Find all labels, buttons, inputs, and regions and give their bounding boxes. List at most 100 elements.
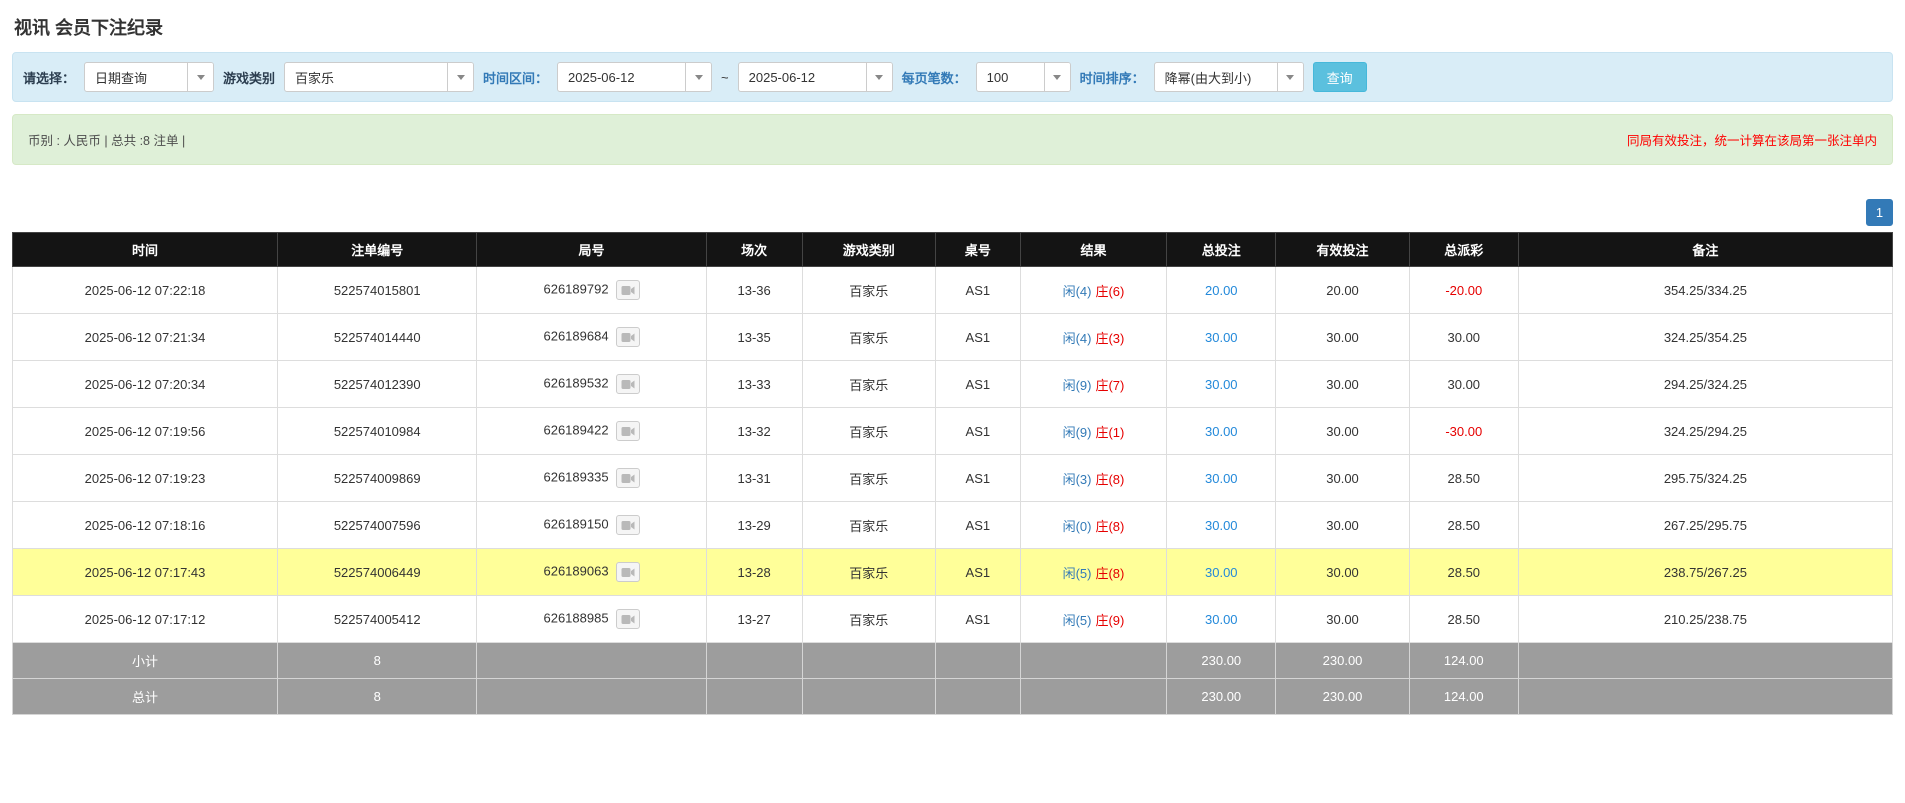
- cell-bet-id: 522574010984: [277, 407, 478, 455]
- date-from-select[interactable]: 2025-06-12: [557, 62, 713, 92]
- date-from-value: 2025-06-12: [568, 69, 635, 85]
- caret-down-icon: [1043, 63, 1070, 91]
- total-payout: 124.00: [1408, 678, 1519, 715]
- cell-bet-id: 522574009869: [277, 454, 478, 502]
- cell-session: 13-31: [705, 454, 803, 502]
- cell-game-type: 百家乐: [801, 548, 937, 596]
- page-size-select[interactable]: 100: [975, 62, 1071, 92]
- cell-payout: 28.50: [1408, 595, 1519, 643]
- cell-total-bet: 30.00: [1166, 501, 1277, 549]
- result-player: 闲(4): [1062, 283, 1092, 299]
- round-id-text: 626189335: [543, 469, 609, 485]
- header-remark: 备注: [1517, 232, 1894, 267]
- cell-time: 2025-06-12 07:22:18: [11, 266, 279, 314]
- cell-round-id: 626189063: [476, 548, 707, 596]
- result-banker: 庄(7): [1095, 377, 1125, 393]
- header-time: 时间: [11, 232, 279, 267]
- video-camera-icon[interactable]: [615, 515, 640, 535]
- cell-valid-bet: 30.00: [1275, 501, 1410, 549]
- result-player: 闲(9): [1062, 377, 1092, 393]
- result-banker: 庄(1): [1095, 424, 1125, 440]
- round-id-text: 626189532: [543, 375, 609, 391]
- result-player: 闲(4): [1062, 330, 1092, 346]
- cell-time: 2025-06-12 07:18:16: [11, 501, 279, 549]
- date-to-select[interactable]: 2025-06-12: [737, 62, 893, 92]
- cell-round-id: 626188985: [476, 595, 707, 643]
- cell-payout: 28.50: [1408, 454, 1519, 502]
- total-bet-link[interactable]: 30.00: [1205, 377, 1238, 392]
- cell-valid-bet: 30.00: [1275, 313, 1410, 361]
- table-row: 2025-06-12 07:17:12 522574005412 6261889…: [11, 595, 1894, 643]
- table-row: 2025-06-12 07:20:34 522574012390 6261895…: [11, 360, 1894, 408]
- subtotal-label: 小计: [11, 642, 279, 679]
- page-title: 视讯 会员下注纪录: [14, 18, 164, 38]
- table-row: 2025-06-12 07:19:23 522574009869 6261893…: [11, 454, 1894, 502]
- cell-table-no: AS1: [935, 548, 1021, 596]
- date-separator: ~: [721, 69, 729, 85]
- cell-bet-id: 522574005412: [277, 595, 478, 643]
- pagination: 1: [12, 199, 1893, 226]
- cell-remark: 238.75/267.25: [1517, 548, 1894, 596]
- total-bet-link[interactable]: 30.00: [1205, 424, 1238, 439]
- video-camera-icon[interactable]: [615, 562, 640, 582]
- result-banker: 庄(9): [1095, 612, 1125, 628]
- header-result: 结果: [1019, 232, 1168, 267]
- page-size-value: 100: [986, 69, 1009, 85]
- cell-total-bet: 30.00: [1166, 595, 1277, 643]
- cell-round-id: 626189422: [476, 407, 707, 455]
- cell-table-no: AS1: [935, 454, 1021, 502]
- game-type-label: 游戏类别: [223, 70, 276, 86]
- cell-result: 闲(5) 庄(9): [1019, 595, 1168, 643]
- cell-result: 闲(3) 庄(8): [1019, 454, 1168, 502]
- cell-game-type: 百家乐: [801, 360, 937, 408]
- cell-round-id: 626189335: [476, 454, 707, 502]
- game-type-select[interactable]: 百家乐: [284, 62, 475, 92]
- total-bet-link[interactable]: 30.00: [1205, 471, 1238, 486]
- total-bet-link[interactable]: 30.00: [1205, 612, 1238, 627]
- cell-round-id: 626189792: [476, 266, 707, 314]
- cell-session: 13-27: [705, 595, 803, 643]
- header-table-no: 桌号: [935, 232, 1021, 267]
- cell-bet-id: 522574015801: [277, 266, 478, 314]
- pagination-page-1[interactable]: 1: [1866, 199, 1893, 226]
- table-row: 2025-06-12 07:19:56 522574010984 6261894…: [11, 407, 1894, 455]
- cell-time: 2025-06-12 07:19:56: [11, 407, 279, 455]
- cell-table-no: AS1: [935, 360, 1021, 408]
- cell-result: 闲(5) 庄(8): [1019, 548, 1168, 596]
- video-camera-icon[interactable]: [615, 280, 640, 300]
- cell-valid-bet: 30.00: [1275, 548, 1410, 596]
- total-count: 8: [277, 678, 478, 715]
- video-camera-icon[interactable]: [615, 374, 640, 394]
- cell-session: 13-32: [705, 407, 803, 455]
- total-bet-link[interactable]: 30.00: [1205, 330, 1238, 345]
- sort-select[interactable]: 降幂(由大到小): [1153, 62, 1304, 92]
- page-size-label: 每页笔数：: [901, 70, 967, 86]
- total-valid-bet: 230.00: [1275, 678, 1410, 715]
- query-type-select[interactable]: 日期查询: [84, 62, 215, 92]
- total-bet-link[interactable]: 20.00: [1205, 283, 1238, 298]
- video-camera-icon[interactable]: [615, 609, 640, 629]
- video-camera-icon[interactable]: [615, 327, 640, 347]
- cell-session: 13-28: [705, 548, 803, 596]
- subtotal-count: 8: [277, 642, 478, 679]
- cell-table-no: AS1: [935, 501, 1021, 549]
- cell-game-type: 百家乐: [801, 313, 937, 361]
- total-bet-link[interactable]: 30.00: [1205, 518, 1238, 533]
- caret-down-icon: [447, 63, 474, 91]
- video-camera-icon[interactable]: [615, 421, 640, 441]
- cell-valid-bet: 30.00: [1275, 595, 1410, 643]
- cell-table-no: AS1: [935, 407, 1021, 455]
- round-id-text: 626189063: [543, 563, 609, 579]
- total-label: 总计: [11, 678, 279, 715]
- cell-remark: 354.25/334.25: [1517, 266, 1894, 314]
- cell-payout: -30.00: [1408, 407, 1519, 455]
- video-camera-icon[interactable]: [615, 468, 640, 488]
- cell-result: 闲(0) 庄(8): [1019, 501, 1168, 549]
- header-valid-bet: 有效投注: [1275, 232, 1410, 267]
- total-bet-link[interactable]: 30.00: [1205, 565, 1238, 580]
- search-button[interactable]: 查询: [1312, 62, 1367, 92]
- cell-payout: 28.50: [1408, 548, 1519, 596]
- cell-bet-id: 522574014440: [277, 313, 478, 361]
- subtotal-valid-bet: 230.00: [1275, 642, 1410, 679]
- cell-bet-id: 522574007596: [277, 501, 478, 549]
